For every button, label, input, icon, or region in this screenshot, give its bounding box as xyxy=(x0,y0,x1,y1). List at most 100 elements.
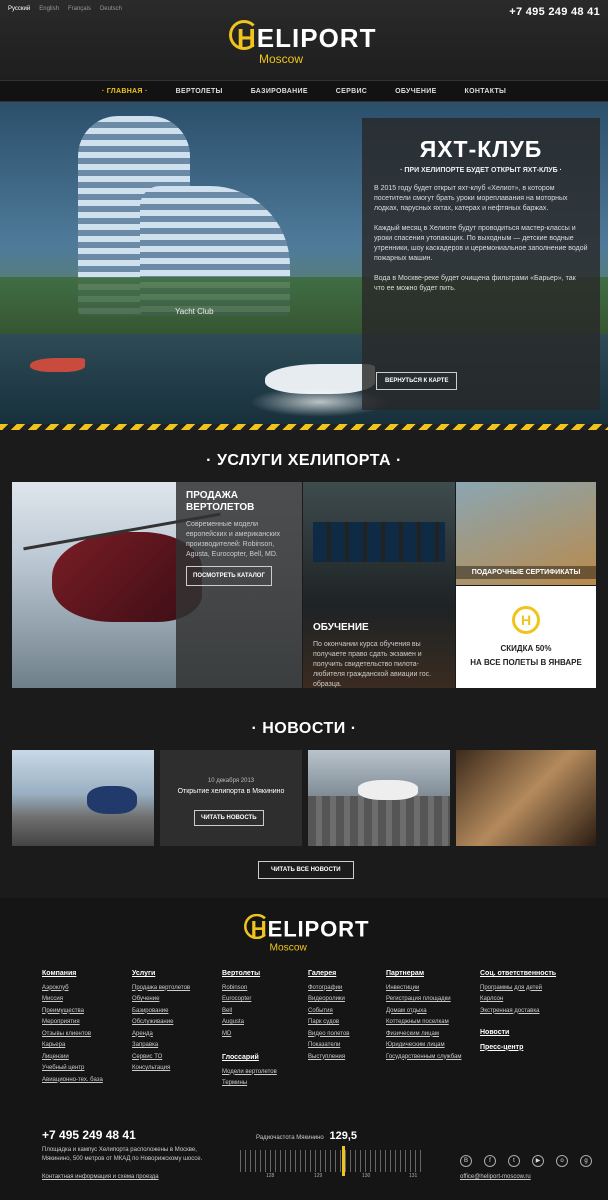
radio-dial[interactable] xyxy=(240,1150,422,1172)
footer-link[interactable]: Аэроклуб xyxy=(42,983,103,995)
footer-link[interactable]: Домам отдыха xyxy=(386,1006,462,1018)
nav-contacts[interactable]: КОНТАКТЫ xyxy=(451,81,521,101)
footer-link[interactable]: Программы для детей xyxy=(480,983,556,995)
logo-word: HELIPORT xyxy=(237,23,377,53)
google-plus-icon[interactable]: g xyxy=(580,1155,592,1167)
odnoklassniki-icon[interactable]: о xyxy=(556,1155,568,1167)
footer-link[interactable]: Показатели xyxy=(308,1040,350,1052)
footer-link[interactable]: Eurocopter xyxy=(222,994,277,1006)
footer-link[interactable]: Обучение xyxy=(132,994,190,1006)
news-card-featured[interactable]: 10 декабря 2013 Открытие хелипорта в Мяк… xyxy=(160,750,302,846)
footer-col-company: Компания Аэроклуб Миссия Преимущества Ме… xyxy=(42,968,103,1086)
footer-email[interactable]: office@heliport-moscow.ru xyxy=(460,1174,531,1180)
nav-service[interactable]: СЕРВИС xyxy=(322,81,381,101)
footer-link[interactable]: Мероприятия xyxy=(42,1017,103,1029)
service-training-card[interactable]: ОБУЧЕНИЕ По окончании курса обучения вы … xyxy=(303,482,455,688)
language-switcher: Русский English Français Deutsch xyxy=(8,6,122,12)
footer-heading-partners[interactable]: Партнерам xyxy=(386,968,462,980)
footer-link[interactable]: Augusta xyxy=(222,1017,277,1029)
nav-helicopters[interactable]: ВЕРТОЛЕТЫ xyxy=(162,81,237,101)
contact-info-link[interactable]: Контактная информация и схема проезда xyxy=(42,1174,159,1180)
footer-link[interactable]: Обслуживание xyxy=(132,1017,190,1029)
footer-link[interactable]: Аренда xyxy=(132,1029,190,1041)
footer-link[interactable]: Robinson xyxy=(222,983,277,995)
header: Русский English Français Deutsch +7 495 … xyxy=(0,0,608,80)
footer-link[interactable]: Миссия xyxy=(42,994,103,1006)
back-to-map-button[interactable]: ВЕРНУТЬСЯ К КАРТЕ xyxy=(376,372,458,390)
lang-en[interactable]: English xyxy=(39,6,59,12)
footer-link[interactable]: Авиационно-тех. база xyxy=(42,1075,103,1087)
footer-logo[interactable]: HELIPORT Moscow xyxy=(244,912,372,958)
footer-link[interactable]: События xyxy=(308,1006,350,1018)
logo[interactable]: HELIPORT Moscow xyxy=(229,18,379,72)
footer-link[interactable]: Продажа вертолетов xyxy=(132,983,190,995)
news-image-4[interactable] xyxy=(456,750,596,846)
footer-link[interactable]: Преимущества xyxy=(42,1006,103,1018)
footer-link[interactable]: Видеоролики xyxy=(308,994,350,1006)
footer-link[interactable]: Инвестиции xyxy=(386,983,462,995)
nav-home[interactable]: · ГЛАВНАЯ · xyxy=(88,81,162,101)
footer-col-gallery: Галерея Фотографии Видеоролики События П… xyxy=(308,968,350,1063)
hazard-stripe xyxy=(0,424,608,430)
footer-link[interactable]: Коттеджным поселкам xyxy=(386,1017,462,1029)
footer-link[interactable]: Карьера xyxy=(42,1040,103,1052)
radio-label: Радиочастота Мякинино xyxy=(256,1135,324,1141)
footer-link[interactable]: Отзывы клиентов xyxy=(42,1029,103,1041)
service-certificates-card[interactable]: ПОДАРОЧНЫЕ СЕРТИФИКАТЫ xyxy=(456,482,596,585)
nav-basing[interactable]: БАЗИРОВАНИЕ xyxy=(237,81,322,101)
read-news-button[interactable]: ЧИТАТЬ НОВОСТЬ xyxy=(194,810,264,826)
header-phone[interactable]: +7 495 249 48 41 xyxy=(509,6,600,18)
cockpit-panel-image xyxy=(313,522,445,562)
dial-needle[interactable] xyxy=(342,1146,345,1176)
footer-link[interactable]: Базирование xyxy=(132,1006,190,1018)
footer-link[interactable]: Выступления xyxy=(308,1052,350,1064)
discount-card[interactable]: H СКИДКА 50% НА ВСЕ ПОЛЕТЫ В ЯНВАРЕ xyxy=(456,586,596,688)
news-image-3[interactable] xyxy=(308,750,450,846)
footer-link[interactable]: Фотографии xyxy=(308,983,350,995)
footer-link[interactable]: Сервис ТО xyxy=(132,1052,190,1064)
footer-link-news[interactable]: Новости xyxy=(480,1027,556,1039)
news-image-1[interactable] xyxy=(12,750,154,846)
service-sale-card[interactable]: ПРОДАЖА ВЕРТОЛЕТОВ Современные модели ев… xyxy=(12,482,302,688)
footer-link[interactable]: Государственным службам xyxy=(386,1052,462,1064)
footer-heading-glossary[interactable]: Глоссарий xyxy=(222,1052,277,1064)
nav-training[interactable]: ОБУЧЕНИЕ xyxy=(381,81,450,101)
catalog-button[interactable]: ПОСМОТРЕТЬ КАТАЛОГ xyxy=(186,566,272,586)
hero-yacht-sign: Yacht Club xyxy=(175,307,214,316)
footer-link-press[interactable]: Пресс-центр xyxy=(480,1042,556,1054)
main-nav: · ГЛАВНАЯ · ВЕРТОЛЕТЫ БАЗИРОВАНИЕ СЕРВИС… xyxy=(0,80,608,102)
footer-heading-company[interactable]: Компания xyxy=(42,968,103,980)
lang-ru[interactable]: Русский xyxy=(8,6,30,12)
twitter-icon[interactable]: t xyxy=(508,1155,520,1167)
footer-link[interactable]: Лицензии xyxy=(42,1052,103,1064)
footer-phone[interactable]: +7 495 249 48 41 xyxy=(42,1128,136,1142)
footer-link[interactable]: Парк судов xyxy=(308,1017,350,1029)
footer-heading-helicopters[interactable]: Вертолеты xyxy=(222,968,277,980)
lang-de[interactable]: Deutsch xyxy=(100,6,122,12)
youtube-icon[interactable]: ▶ xyxy=(532,1155,544,1167)
footer-heading-gallery[interactable]: Галерея xyxy=(308,968,350,980)
footer-link[interactable]: Юридическим лицам xyxy=(386,1040,462,1052)
footer-heading-social[interactable]: Соц. ответственность xyxy=(480,968,556,980)
footer-link[interactable]: Bell xyxy=(222,1006,277,1018)
footer-link[interactable]: Заправка xyxy=(132,1040,190,1052)
dial-tick-128: 128 xyxy=(266,1173,275,1179)
footer-link[interactable]: Термины xyxy=(222,1078,277,1090)
footer-link[interactable]: Физическим лицам xyxy=(386,1029,462,1041)
footer-link[interactable]: Экстренная доставка xyxy=(480,1006,556,1018)
all-news-button[interactable]: ЧИТАТЬ ВСЕ НОВОСТИ xyxy=(258,861,354,879)
footer-address: Площадка и кампус Хелипорта расположены … xyxy=(42,1147,203,1162)
footer-col-social: Соц. ответственность Программы для детей… xyxy=(480,968,556,1056)
footer-link[interactable]: Учебный центр xyxy=(42,1063,103,1075)
footer-link[interactable]: Консультация xyxy=(132,1063,190,1075)
lang-fr[interactable]: Français xyxy=(68,6,91,12)
vk-icon[interactable]: В xyxy=(460,1155,472,1167)
footer-link[interactable]: Модели вертолетов xyxy=(222,1067,277,1079)
footer-link[interactable]: Карлсон xyxy=(480,994,556,1006)
footer-heading-services[interactable]: Услуги xyxy=(132,968,190,980)
discount-logo-icon: H xyxy=(512,606,540,634)
footer-link[interactable]: Видео полетов xyxy=(308,1029,350,1041)
footer-link[interactable]: Регистрация площадки xyxy=(386,994,462,1006)
facebook-icon[interactable]: f xyxy=(484,1155,496,1167)
footer-link[interactable]: MD xyxy=(222,1029,277,1041)
